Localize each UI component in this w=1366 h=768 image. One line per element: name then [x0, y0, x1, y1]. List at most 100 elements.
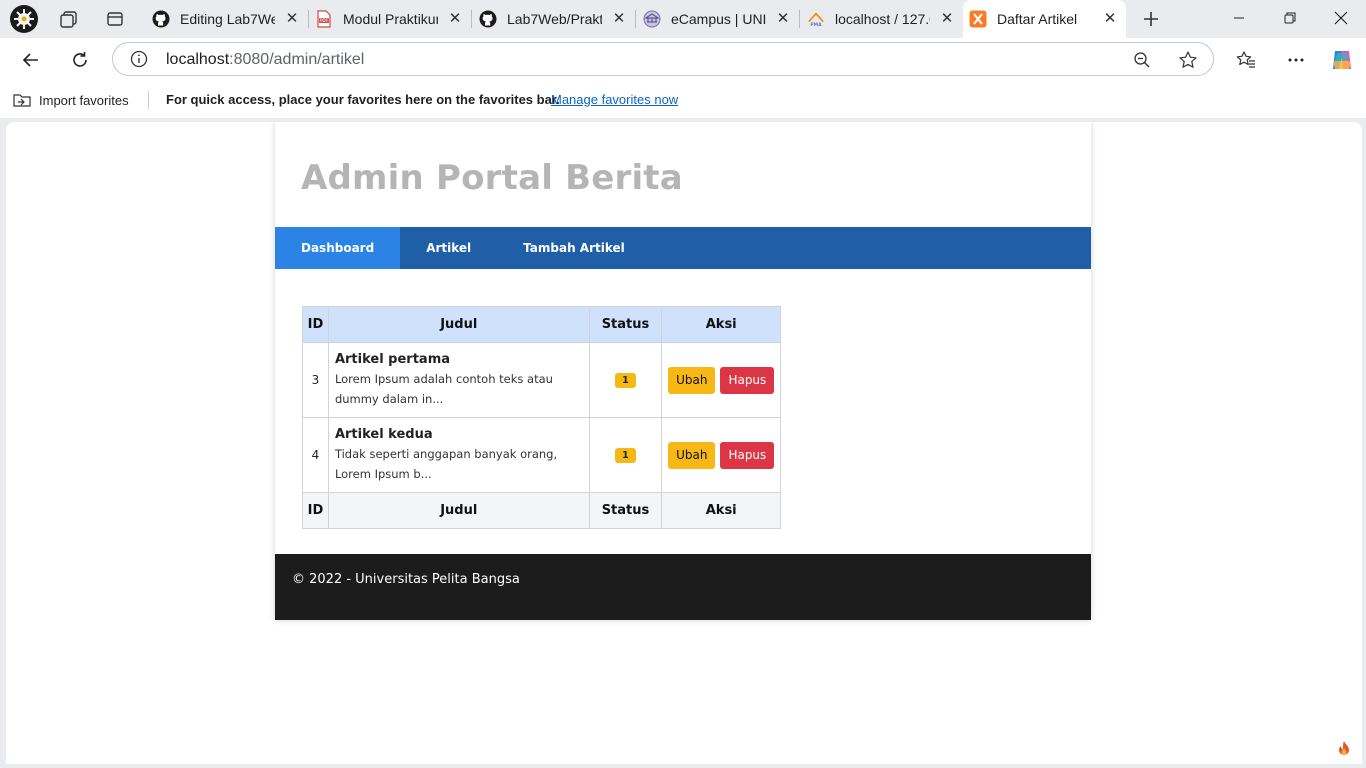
- restore-icon: [1284, 12, 1296, 24]
- svg-text:PDF: PDF: [320, 18, 328, 23]
- tab-title: Daftar Artikel: [997, 11, 1078, 27]
- column-header-status: Status: [588, 306, 663, 343]
- delete-button[interactable]: Hapus: [720, 441, 775, 469]
- table-header: ID Judul Status Aksi: [302, 306, 781, 343]
- edit-button[interactable]: Ubah: [668, 441, 716, 469]
- page-viewport: Admin Portal Berita Dashboard Artikel Ta…: [6, 122, 1362, 764]
- refresh-icon: [73, 52, 87, 67]
- column-header-aksi: Aksi: [661, 306, 781, 343]
- status-badge: 1: [615, 448, 636, 463]
- tab-strip: Editing Lab7Web ✕ PDF Modul Praktikum ✕ …: [0, 0, 1366, 38]
- article-excerpt: Tidak seperti anggapan banyak orang, Lor…: [334, 446, 558, 481]
- copilot-button[interactable]: [1326, 45, 1358, 75]
- column-footer-id: ID: [302, 492, 329, 529]
- site-footer: © 2022 - Universitas Pelita Bangsa: [275, 554, 1091, 620]
- nav-tambah-artikel[interactable]: Tambah Artikel: [497, 227, 651, 269]
- site-nav: Dashboard Artikel Tambah Artikel: [275, 227, 1091, 269]
- footer-text: © 2022 - Universitas Pelita Bangsa: [292, 572, 520, 587]
- close-icon[interactable]: ✕: [284, 11, 300, 27]
- tab-title: Modul Praktikum: [343, 11, 438, 27]
- edit-button[interactable]: Ubah: [668, 366, 716, 394]
- favorite-star-icon[interactable]: [1178, 50, 1198, 70]
- cell-id: 4: [302, 417, 329, 493]
- back-arrow-icon: [22, 53, 38, 67]
- browser-tab[interactable]: PDF Modul Praktikum ✕: [309, 0, 472, 38]
- tab-title: eCampus | UNIV: [671, 11, 766, 27]
- close-icon[interactable]: ✕: [1102, 11, 1118, 27]
- cell-status: 1: [588, 417, 663, 493]
- column-header-judul: Judul: [327, 306, 590, 343]
- import-favorites-button[interactable]: Import favorites: [12, 91, 129, 109]
- minimize-icon: [1234, 17, 1244, 19]
- article-excerpt: Lorem Ipsum adalah contoh teks atau dumm…: [334, 371, 553, 406]
- refresh-button[interactable]: [64, 45, 96, 75]
- tab-separator: [635, 10, 636, 28]
- restore-button[interactable]: [1267, 0, 1313, 36]
- close-icon[interactable]: ✕: [447, 11, 463, 27]
- tab-title: Editing Lab7Web: [180, 11, 275, 27]
- github-icon: [479, 10, 497, 28]
- zoom-icon[interactable]: [1132, 50, 1152, 70]
- pdf-icon: PDF: [315, 10, 333, 28]
- artikel-table: ID Judul Status Aksi 3 Artikel pertama L…: [302, 306, 781, 529]
- close-icon[interactable]: ✕: [939, 11, 955, 27]
- tab-title: Lab7Web/Praktik: [507, 11, 602, 27]
- cell-id: 3: [302, 342, 329, 418]
- phpmyadmin-icon: PMA: [807, 10, 825, 28]
- nav-artikel[interactable]: Artikel: [400, 227, 497, 269]
- more-icon: [1288, 58, 1304, 62]
- site-title: Admin Portal Berita: [301, 158, 683, 198]
- url-path: :8080/admin/artikel: [229, 51, 365, 68]
- column-footer-judul: Judul: [327, 492, 590, 529]
- page-container: Admin Portal Berita Dashboard Artikel Ta…: [275, 122, 1091, 620]
- fire-icon[interactable]: [1332, 736, 1356, 760]
- nav-dashboard[interactable]: Dashboard: [275, 227, 401, 269]
- column-footer-status: Status: [588, 492, 663, 529]
- article-title: Artikel kedua: [334, 426, 433, 442]
- favorites-list-icon: [1236, 51, 1255, 68]
- column-header-id: ID: [302, 306, 329, 343]
- university-icon: [643, 10, 661, 28]
- workspaces-icon: [60, 11, 77, 28]
- browser-tab[interactable]: PMA localhost / 127.0 ✕: [801, 0, 963, 38]
- url-text[interactable]: localhost:8080/admin/artikel: [166, 51, 364, 69]
- favorites-button[interactable]: [1230, 45, 1262, 75]
- xampp-icon: [969, 10, 987, 28]
- new-tab-button[interactable]: [1136, 4, 1166, 34]
- address-bar[interactable]: localhost:8080/admin/artikel: [112, 42, 1214, 76]
- delete-button[interactable]: Hapus: [720, 366, 775, 394]
- vertical-tabs-button[interactable]: [100, 4, 130, 34]
- favorites-divider: [148, 91, 149, 109]
- close-icon[interactable]: ✕: [775, 11, 791, 27]
- github-icon: [152, 10, 170, 28]
- profile-avatar[interactable]: [9, 4, 39, 34]
- plus-icon: [1144, 12, 1158, 26]
- tab-separator: [799, 10, 800, 28]
- manage-favorites-link[interactable]: Manage favorites now: [551, 92, 678, 107]
- cell-judul: Artikel pertama Lorem Ipsum adalah conto…: [327, 342, 590, 418]
- favorites-bar: Import favorites For quick access, place…: [0, 82, 1366, 118]
- copilot-icon: [1333, 51, 1351, 69]
- browser-tab[interactable]: Editing Lab7Web ✕: [146, 0, 309, 38]
- cell-aksi: Ubah Hapus: [661, 417, 781, 493]
- table-footer: ID Judul Status Aksi: [302, 492, 781, 529]
- cell-judul: Artikel kedua Tidak seperti anggapan ban…: [327, 417, 590, 493]
- minimize-button[interactable]: [1216, 0, 1262, 36]
- settings-menu-button[interactable]: [1280, 45, 1312, 75]
- table-row: 4 Artikel kedua Tidak seperti anggapan b…: [302, 417, 781, 493]
- status-badge: 1: [615, 373, 636, 388]
- browser-tab[interactable]: Lab7Web/Praktik ✕: [473, 0, 636, 38]
- info-icon[interactable]: [130, 50, 148, 68]
- browser-tab[interactable]: eCampus | UNIV ✕: [637, 0, 800, 38]
- browser-tab-active[interactable]: Daftar Artikel ✕: [963, 0, 1126, 38]
- browser-toolbar: localhost:8080/admin/artikel: [0, 38, 1366, 82]
- close-icon: [1334, 11, 1348, 25]
- close-icon[interactable]: ✕: [611, 11, 627, 27]
- article-title: Artikel pertama: [334, 351, 451, 367]
- import-favorites-label: Import favorites: [39, 92, 129, 108]
- back-button[interactable]: [15, 45, 47, 75]
- tab-title: localhost / 127.0: [835, 11, 930, 27]
- workspaces-button[interactable]: [54, 4, 84, 34]
- tab-actions-icon: [107, 12, 123, 26]
- close-window-button[interactable]: [1318, 0, 1364, 36]
